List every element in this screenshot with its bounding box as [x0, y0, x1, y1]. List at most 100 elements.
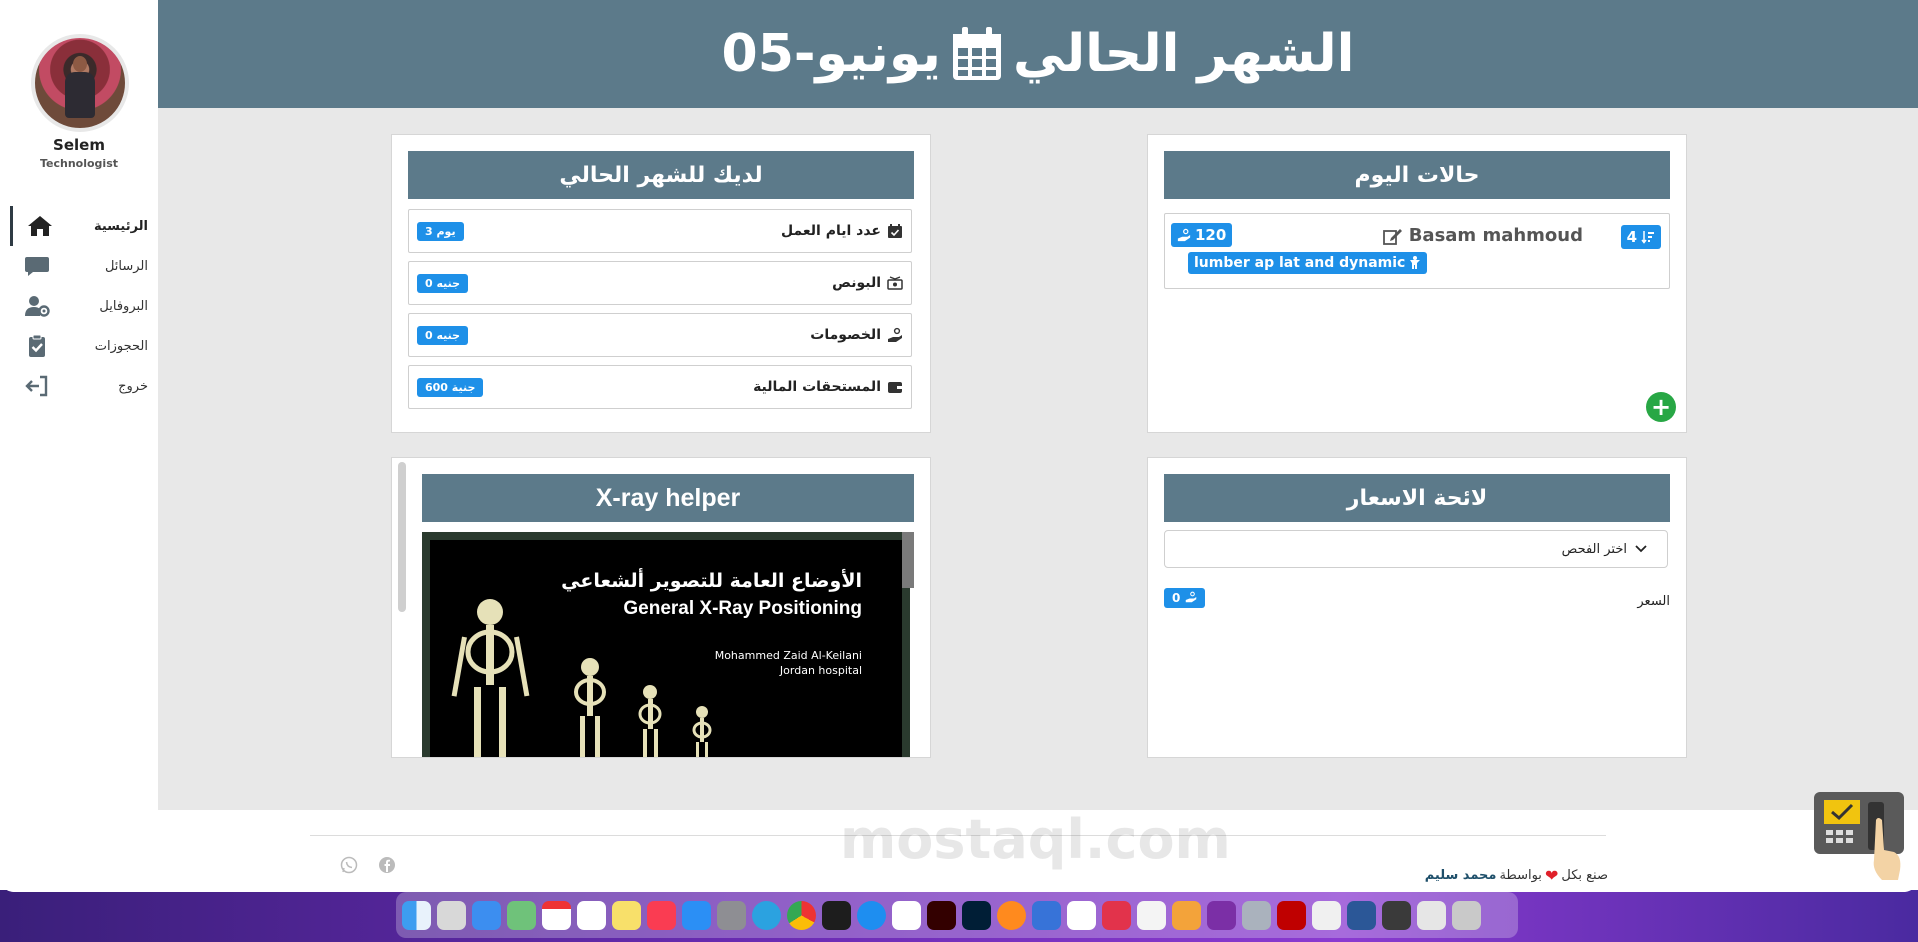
sidebar: Selem Technologist الرئيسية الرسائل البر…	[0, 0, 158, 892]
exam-select[interactable]: اختر الفحص	[1164, 530, 1668, 568]
card-title: حالات اليوم	[1164, 151, 1670, 199]
watermark: mostaql.com	[840, 808, 1231, 871]
launchpad-icon[interactable]	[437, 900, 466, 930]
case-item[interactable]: 4 Basam mahmoud 120 lumber ap lat and dy…	[1164, 213, 1670, 289]
whatsapp-icon[interactable]	[340, 856, 358, 874]
sidebar-item-label: خروج	[118, 378, 148, 394]
notes-icon[interactable]	[612, 900, 641, 930]
browser-window: Selem Technologist الرئيسية الرسائل البر…	[0, 0, 1918, 892]
message-icon	[25, 257, 49, 276]
pages-icon[interactable]	[1172, 900, 1201, 930]
heart-icon: ❤	[1544, 866, 1559, 885]
sidebar-item-logout[interactable]: خروج	[10, 366, 150, 406]
firefox-icon[interactable]	[997, 900, 1026, 930]
settings-icon[interactable]	[717, 900, 746, 930]
sidebar-item-label: البروفايل	[99, 298, 148, 314]
scrollbar[interactable]	[398, 462, 406, 612]
tasks-icon[interactable]	[892, 900, 921, 930]
calendar-check-icon	[888, 224, 902, 238]
finder-icon[interactable]	[402, 900, 431, 930]
vscode-icon[interactable]	[1067, 900, 1096, 930]
sort-down-icon	[1641, 231, 1654, 244]
current-month: يونيو-05	[721, 24, 941, 84]
telegram-icon[interactable]	[752, 900, 781, 930]
card-title: لائحة الاسعار	[1164, 474, 1670, 522]
row-label: الخصومات	[810, 327, 881, 343]
textedit-icon[interactable]	[1137, 900, 1166, 930]
sidebar-item-label: الحجوزات	[94, 338, 148, 354]
app-store-icon[interactable]	[682, 900, 711, 930]
wallet-icon	[888, 382, 902, 393]
row-label: المستحقات المالية	[753, 379, 881, 395]
page-header: الشهر الحالي يونيو-05	[158, 0, 1918, 108]
case-price-badge: 120	[1171, 223, 1233, 247]
hand-coin-icon	[1185, 591, 1196, 603]
word-icon[interactable]	[1347, 900, 1376, 930]
sidebar-item-home[interactable]: الرئيسية	[10, 206, 150, 246]
sidebar-item-label: الرسائل	[104, 258, 148, 274]
bonus-badge: 0 جنيه	[417, 273, 469, 293]
dues-badge: 600 جنية	[417, 377, 484, 397]
system-prefs-icon[interactable]	[1242, 900, 1271, 930]
hand-coin-icon	[1177, 228, 1191, 242]
calendar-icon	[952, 27, 1001, 80]
filezilla-icon[interactable]	[1277, 900, 1306, 930]
money-icon	[887, 276, 903, 290]
chevron-down-icon	[1635, 545, 1647, 553]
person-icon	[1410, 256, 1421, 269]
payment-terminal-icon	[1814, 792, 1904, 880]
maps-icon[interactable]	[507, 900, 536, 930]
sidebar-item-messages[interactable]: الرسائل	[10, 246, 150, 286]
avatar[interactable]	[31, 34, 129, 132]
logout-icon	[25, 375, 48, 397]
month-summary-card: لديك للشهر الحالي 3 يوم عدد ايام العمل 0…	[391, 134, 931, 433]
list-item-deductions: 0 جنيه الخصومات	[408, 313, 912, 357]
activity-monitor-icon[interactable]	[822, 900, 851, 930]
price-badge: 0	[1164, 588, 1205, 608]
app-blue-icon[interactable]	[1032, 900, 1061, 930]
facebook-icon[interactable]	[378, 856, 396, 874]
pen-app-icon[interactable]	[1102, 900, 1131, 930]
image-scrollbar[interactable]	[902, 532, 914, 588]
safari-icon[interactable]	[857, 900, 886, 930]
onenote-icon[interactable]	[1207, 900, 1236, 930]
home-icon	[28, 216, 52, 236]
card-title: X-ray helper	[422, 474, 914, 522]
sidebar-item-profile[interactable]: البروفايل	[10, 286, 150, 326]
sidebar-nav: الرئيسية الرسائل البروفايل الحجوزات خروج	[10, 206, 150, 406]
hand-coin-icon	[888, 327, 902, 342]
tuxedo-icon[interactable]	[1312, 900, 1341, 930]
patient-name: Basam mahmoud	[1382, 225, 1583, 246]
price-label: السعر	[1637, 594, 1670, 609]
today-cases-card: حالات اليوم 4 Basam mahmoud 120 lumber a…	[1147, 134, 1687, 433]
list-item-dues: 600 جنية المستحقات المالية	[408, 365, 912, 409]
mail-icon[interactable]	[472, 900, 501, 930]
list-item-workdays: 3 يوم عدد ايام العمل	[408, 209, 912, 253]
calendar-app-icon[interactable]	[542, 900, 571, 930]
deductions-badge: 0 جنيه	[417, 325, 469, 345]
sidebar-item-bookings[interactable]: الحجوزات	[10, 326, 150, 366]
image-title-arabic: الأوضاع العامة للتصوير ألشعاعي	[561, 570, 862, 592]
card-title: لديك للشهر الحالي	[408, 151, 914, 199]
archive-icon[interactable]	[1417, 900, 1446, 930]
main-content: الشهر الحالي يونيو-05 لديك للشهر الحالي	[158, 0, 1918, 810]
xray-positioning-image: الأوضاع العامة للتصوير ألشعاعي General X…	[422, 532, 910, 757]
page-title: الشهر الحالي يونيو-05	[158, 0, 1918, 108]
author-link[interactable]: محمد سليم	[1425, 868, 1497, 883]
chrome-icon[interactable]	[787, 900, 816, 930]
add-case-button[interactable]: +	[1646, 392, 1676, 422]
exam-select-value: اختر الفحص	[1561, 541, 1627, 557]
music-icon[interactable]	[647, 900, 676, 930]
price-list-card: لائحة الاسعار اختر الفحص السعر 0	[1147, 457, 1687, 758]
illustrator-icon[interactable]	[927, 900, 956, 930]
calculator-icon[interactable]	[1382, 900, 1411, 930]
reminders-icon[interactable]	[577, 900, 606, 930]
footer-social	[340, 856, 396, 874]
trash-icon[interactable]	[1452, 900, 1481, 930]
list-item-bonus: 0 جنيه البونص	[408, 261, 912, 305]
case-exam-badge: lumber ap lat and dynamic	[1188, 252, 1428, 274]
row-label: البونص	[832, 275, 881, 291]
sidebar-item-label: الرئيسية	[93, 218, 148, 234]
photoshop-icon[interactable]	[962, 900, 991, 930]
user-name: Selem	[53, 136, 105, 154]
